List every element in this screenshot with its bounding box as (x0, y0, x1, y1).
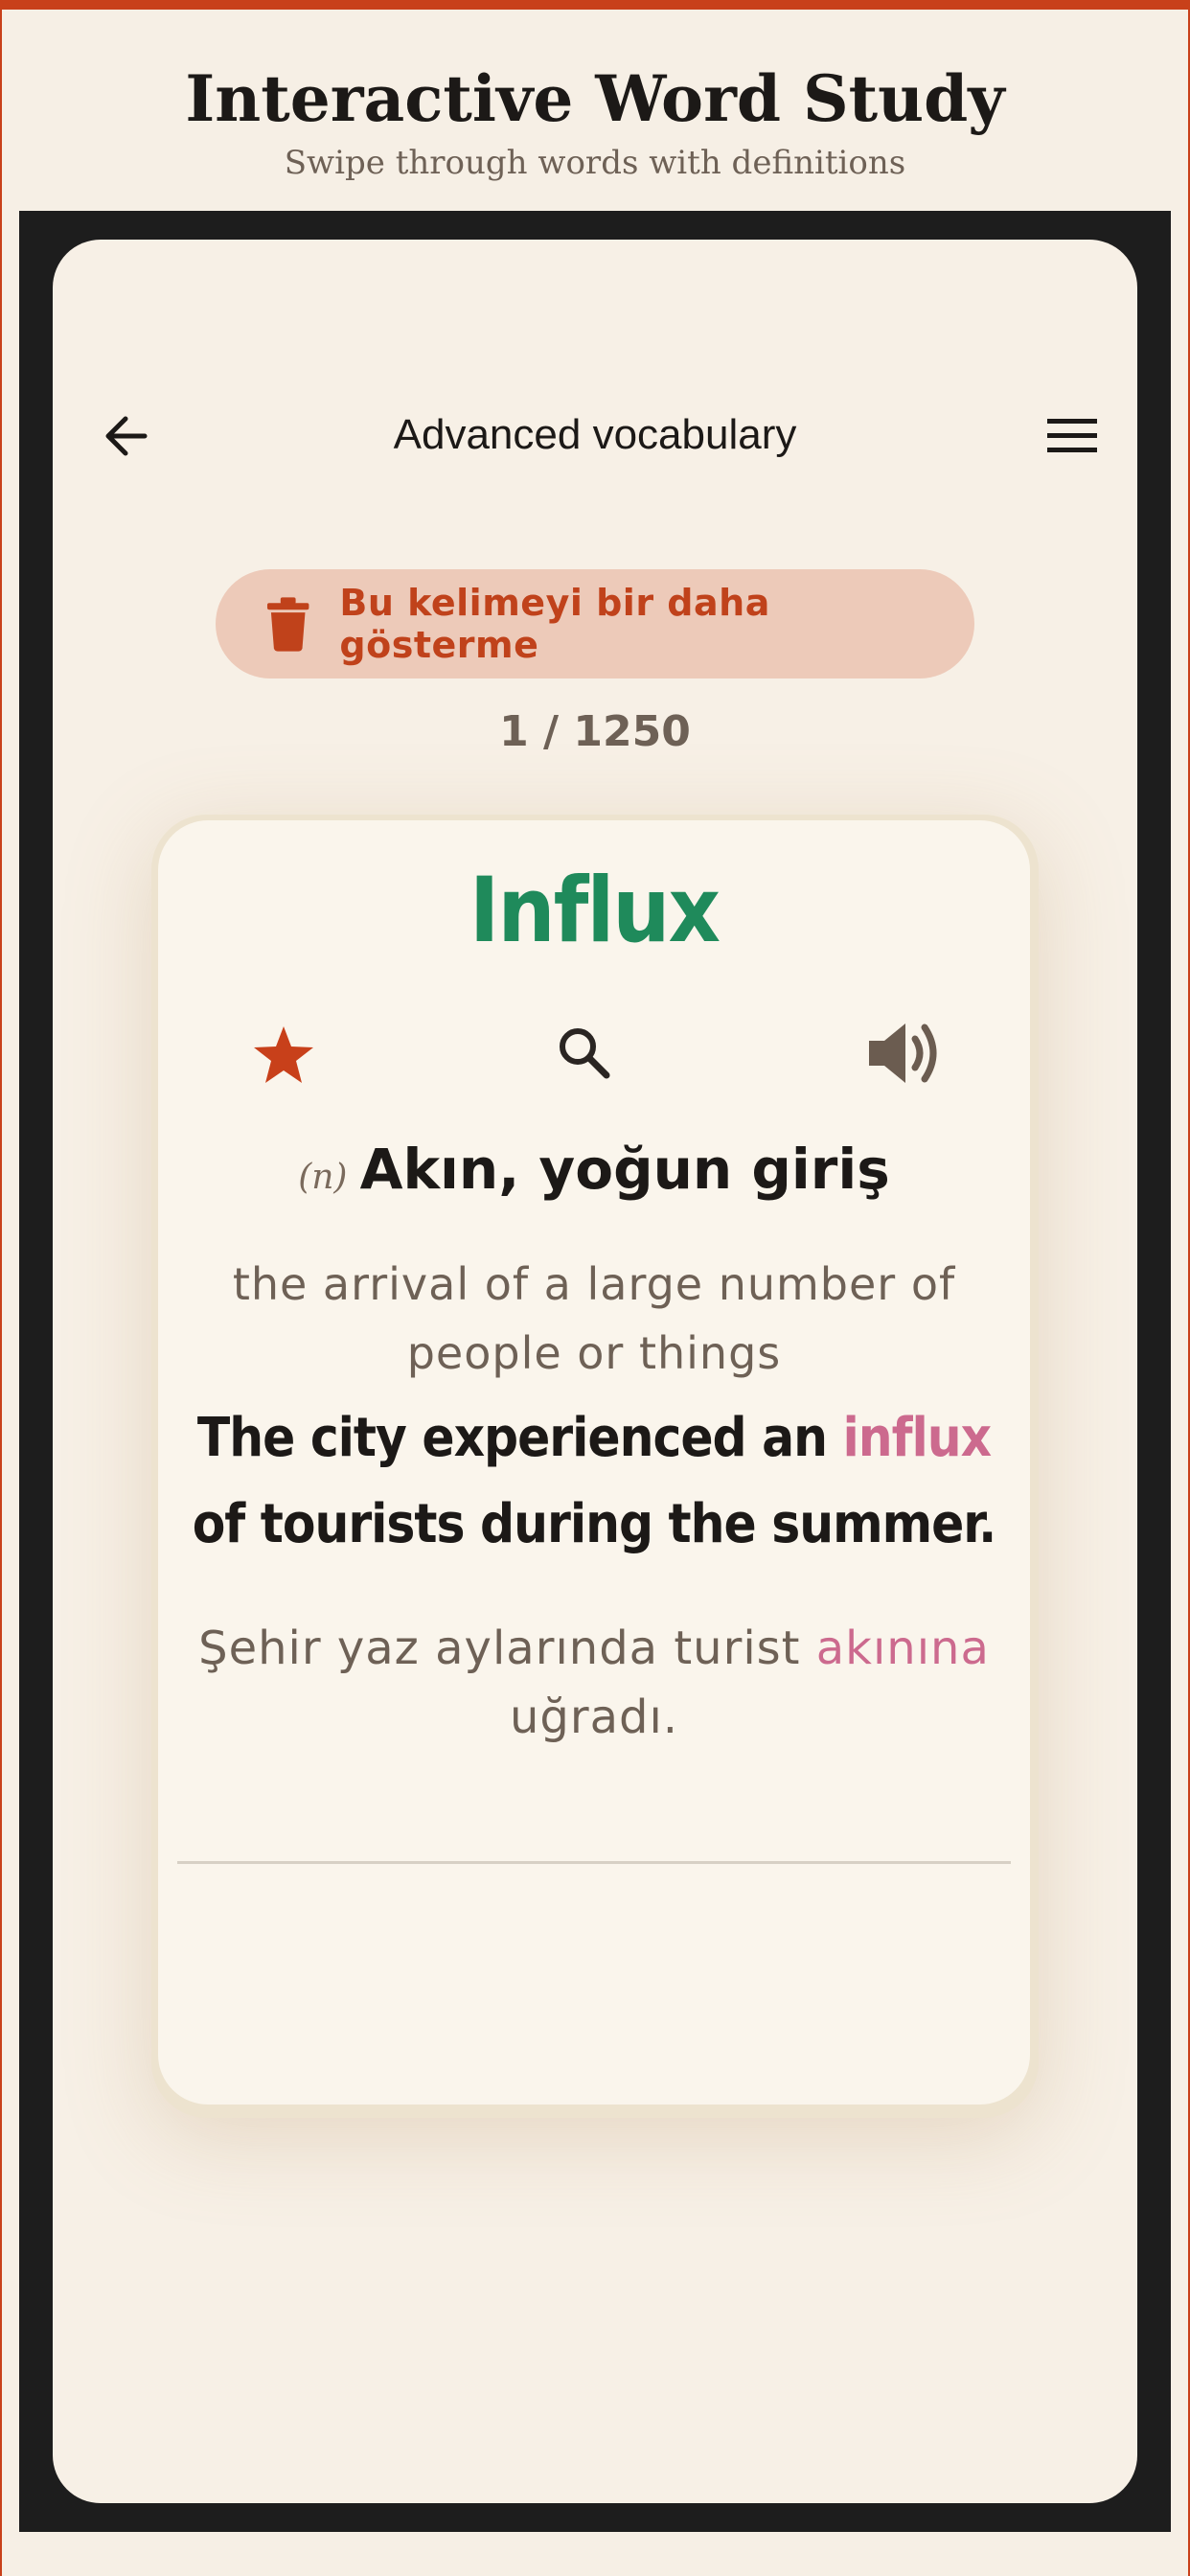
star-icon[interactable] (252, 1024, 315, 1087)
word-card[interactable]: Influx (n) Akın, yoğun giriş the arrival… (158, 820, 1030, 2104)
app-bar-title: Advanced vocabulary (393, 411, 797, 458)
speaker-icon[interactable] (865, 1018, 942, 1089)
part-of-speech: (n) (298, 1158, 348, 1197)
example-tr-highlight: akınına (815, 1622, 990, 1675)
menu-button[interactable] (1043, 409, 1101, 463)
translation-line: (n) Akın, yoğun giriş (158, 1137, 1030, 1202)
word-title: Influx (469, 859, 721, 963)
example-en-after: of tourists during the summer. (192, 1493, 997, 1555)
dont-show-again-button[interactable]: Bu kelimeyi bir daha gösterme (216, 569, 974, 678)
page-subtitle: Swipe through words with definitions (284, 144, 906, 182)
page-title: Interactive Word Study (185, 61, 1005, 136)
example-tr-after: uğradı. (509, 1690, 679, 1744)
example-sentence-tr: Şehir yaz aylarında turist akınına uğrad… (196, 1614, 992, 1752)
definition: the arrival of a large number of people … (232, 1258, 956, 1379)
example-en-highlight: influx (842, 1407, 992, 1469)
dont-show-again-label: Bu kelimeyi bir daha gösterme (339, 582, 770, 666)
translation: Akın, yoğun giriş (359, 1137, 890, 1202)
trash-icon (266, 597, 309, 652)
top-accent-stripe (0, 0, 1190, 10)
search-icon[interactable] (553, 1022, 614, 1083)
phone-screen: Advanced vocabulary Bu kelimeyi bir daha… (53, 240, 1137, 2503)
app-bar: Advanced vocabulary (53, 388, 1137, 484)
card-divider (177, 1861, 1011, 1864)
word-counter: 1 / 1250 (499, 707, 691, 756)
hamburger-menu-icon (1047, 419, 1097, 452)
page-header: Interactive Word Study Swipe through wor… (0, 58, 1190, 182)
example-sentence-en: The city experienced an influx of touris… (187, 1395, 1001, 1568)
example-en-before: The city experienced an (196, 1407, 843, 1469)
example-tr-before: Şehir yaz aylarında turist (198, 1622, 816, 1675)
left-border (0, 10, 2, 2576)
